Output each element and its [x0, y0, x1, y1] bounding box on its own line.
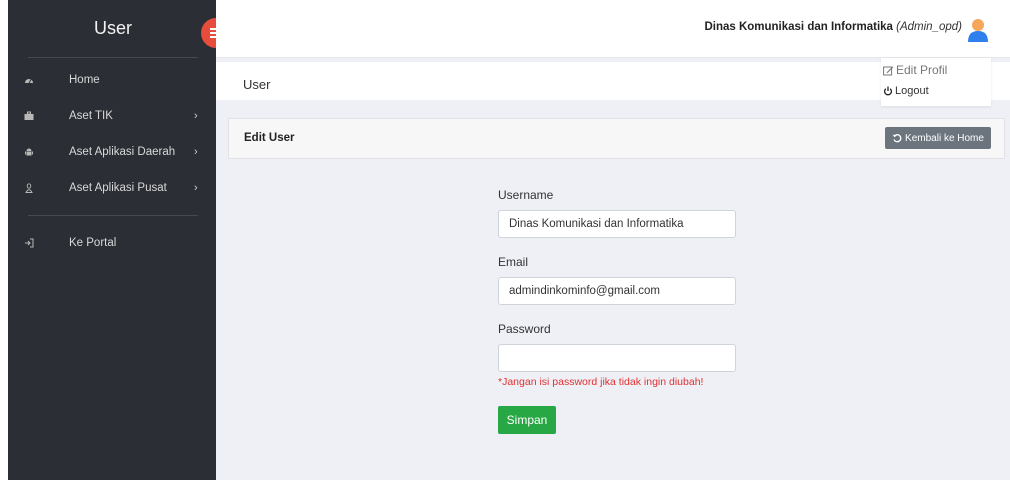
sidebar-item-ke-portal[interactable]: Ke Portal: [8, 225, 216, 261]
briefcase-icon: [24, 111, 34, 121]
sign-in-icon: [24, 238, 34, 248]
user-account-name[interactable]: Dinas Komunikasi dan Informatika (Admin_…: [704, 21, 962, 33]
password-input[interactable]: [498, 344, 736, 372]
sidebar-item-label: Aset TIK: [69, 110, 113, 122]
page-title: User: [243, 77, 271, 92]
username-label: Username: [498, 188, 554, 202]
card-title: Edit User: [244, 132, 295, 144]
sidebar-item-label: Aset Aplikasi Daerah: [69, 146, 176, 158]
logout-menu-item[interactable]: Logout: [883, 85, 929, 97]
chevron-right-icon: ›: [194, 110, 198, 122]
sidebar-brand: User: [28, 0, 198, 58]
email-label: Email: [498, 255, 529, 269]
edit-profile-menu-item[interactable]: Edit Profil: [883, 63, 947, 77]
sidebar-divider: [28, 215, 198, 216]
back-to-home-button[interactable]: Kembali ke Home: [885, 127, 991, 149]
user-dropdown-menu: Edit Profil Logout: [881, 58, 991, 106]
sidebar-item-aset-aplikasi-daerah[interactable]: Aset Aplikasi Daerah ›: [8, 134, 216, 170]
sidebar-item-label: Ke Portal: [69, 237, 117, 249]
sidebar-item-label: Aset Aplikasi Pusat: [69, 182, 167, 194]
card-header: Edit User Kembali ke Home: [228, 118, 1005, 159]
chevron-right-icon: ›: [194, 182, 198, 194]
password-hint: *Jangan isi password jika tidak ingin di…: [498, 376, 704, 388]
user-role: (Admin_opd): [896, 21, 962, 33]
sidebar-item-aset-aplikasi-pusat[interactable]: Aset Aplikasi Pusat ›: [8, 170, 216, 206]
sidebar-item-aset-tik[interactable]: Aset TIK ›: [8, 98, 216, 134]
sidebar: User Home Aset TIK › Aset Aplikasi Daera…: [8, 0, 216, 480]
edit-user-form: Username Email Password *Jangan isi pass…: [498, 188, 736, 434]
sidebar-nav: Home Aset TIK › Aset Aplikasi Daerah › A…: [8, 58, 216, 261]
edit-icon: [883, 66, 894, 75]
user-avatar-icon[interactable]: [968, 18, 988, 42]
save-button[interactable]: Simpan: [498, 406, 556, 434]
undo-icon: [892, 134, 902, 143]
username-input[interactable]: [498, 210, 736, 238]
password-label: Password: [498, 322, 551, 336]
sidebar-item-home[interactable]: Home: [8, 62, 216, 98]
linux-icon: [24, 183, 34, 193]
dashboard-icon: [24, 75, 34, 85]
edit-profile-label: Edit Profil: [896, 63, 948, 77]
email-input[interactable]: [498, 277, 736, 305]
main-content: User Edit User Kembali ke Home Username …: [216, 58, 1010, 480]
power-icon: [883, 86, 893, 96]
org-name: Dinas Komunikasi dan Informatika: [704, 21, 893, 33]
topbar: Dinas Komunikasi dan Informatika (Admin_…: [216, 0, 1010, 58]
sidebar-item-label: Home: [69, 74, 100, 86]
back-button-label: Kembali ke Home: [905, 132, 984, 144]
android-icon: [24, 147, 34, 157]
chevron-right-icon: ›: [194, 146, 198, 158]
logout-label: Logout: [895, 85, 929, 97]
